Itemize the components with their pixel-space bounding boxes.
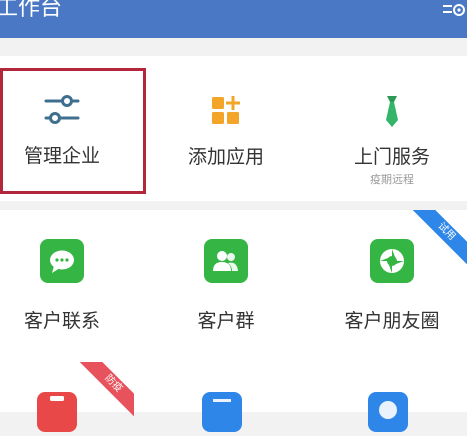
circle-icon — [379, 401, 397, 419]
customer-contact-label: 客户联系 — [23, 310, 100, 332]
customer-contact-app-icon — [40, 239, 84, 283]
epidemic-ribbon: 防疫 — [70, 362, 134, 426]
tie-icon — [386, 96, 398, 127]
onsite-service-label: 上门服务 — [353, 146, 430, 168]
app-header: 工作台 — [0, 0, 467, 38]
page-title: 工作台 — [0, 0, 63, 21]
epidemic-badge: 防疫 — [70, 362, 134, 426]
chat-bubble-icon — [50, 250, 74, 273]
customer-moments-app-icon — [370, 239, 414, 283]
document-icon — [213, 399, 231, 402]
customer-group-app-icon — [204, 239, 248, 283]
customer-moments-label: 客户朋友圈 — [344, 310, 440, 332]
blue-app-icon-1[interactable] — [202, 392, 242, 432]
group-icon — [213, 251, 238, 271]
manage-enterprise-label: 管理企业 — [23, 145, 100, 167]
customer-contact-item[interactable]: 客户联系 — [0, 239, 137, 333]
customer-group-item[interactable]: 客户群 — [151, 239, 301, 333]
manage-enterprise-item[interactable]: 管理企业 — [0, 93, 137, 168]
aperture-icon — [380, 249, 404, 273]
onsite-service-sublabel: 疫期远程 — [370, 173, 414, 186]
add-app-item[interactable]: 添加应用 — [151, 94, 301, 169]
sliders-icon — [44, 95, 80, 124]
customer-moments-item[interactable]: 客户朋友圈 — [317, 239, 467, 333]
onsite-service-item[interactable]: 上门服务 疫期远程 — [317, 94, 467, 187]
add-app-label: 添加应用 — [187, 146, 264, 168]
settings-list-icon[interactable] — [443, 4, 465, 18]
customer-group-label: 客户群 — [197, 310, 255, 332]
blue-app-icon-2[interactable] — [368, 392, 408, 432]
add-app-icon — [212, 96, 240, 124]
